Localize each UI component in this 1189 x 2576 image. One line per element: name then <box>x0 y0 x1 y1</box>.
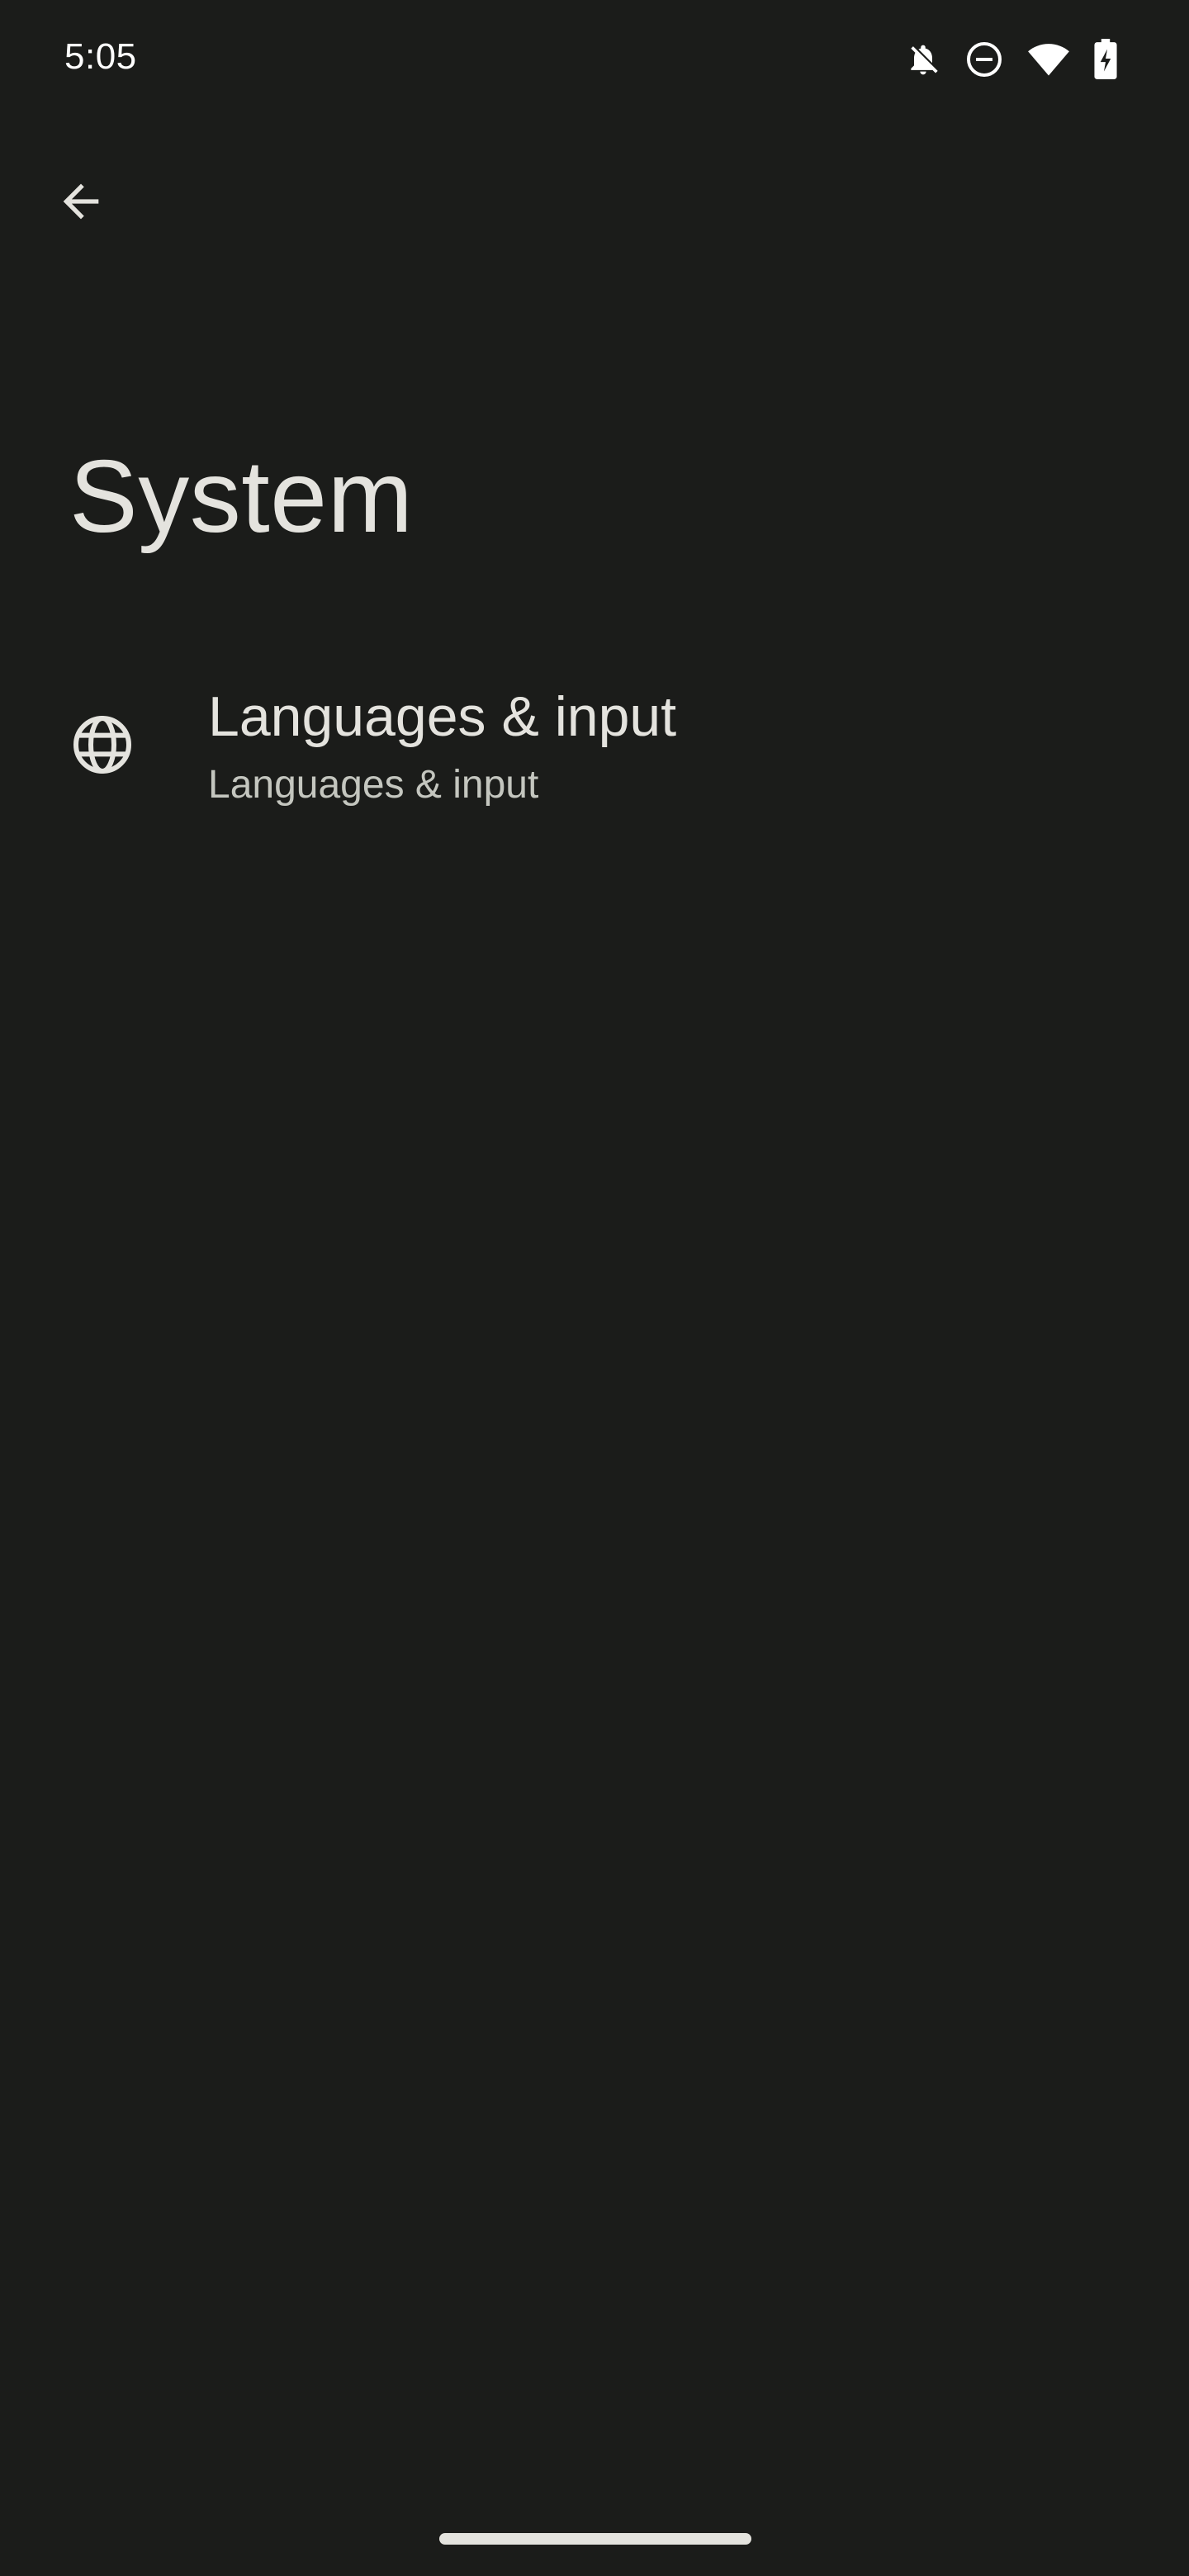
navigation-handle[interactable] <box>439 2533 751 2545</box>
notifications-off-icon <box>905 40 941 79</box>
back-button[interactable] <box>40 162 122 244</box>
arrow-back-icon <box>54 175 107 232</box>
status-bar: 5:05 <box>0 0 1189 124</box>
battery-charging-icon <box>1093 39 1118 80</box>
wifi-icon <box>1027 41 1070 78</box>
settings-item-title: Languages & input <box>208 685 677 748</box>
status-icons <box>905 36 1118 83</box>
page-title: System <box>69 440 414 554</box>
globe-icon <box>69 712 135 778</box>
settings-item-languages-input[interactable]: Languages & input Languages & input <box>0 661 1189 826</box>
status-time: 5:05 <box>64 36 137 77</box>
settings-item-summary: Languages & input <box>208 763 539 807</box>
do-not-disturb-icon <box>964 40 1004 79</box>
